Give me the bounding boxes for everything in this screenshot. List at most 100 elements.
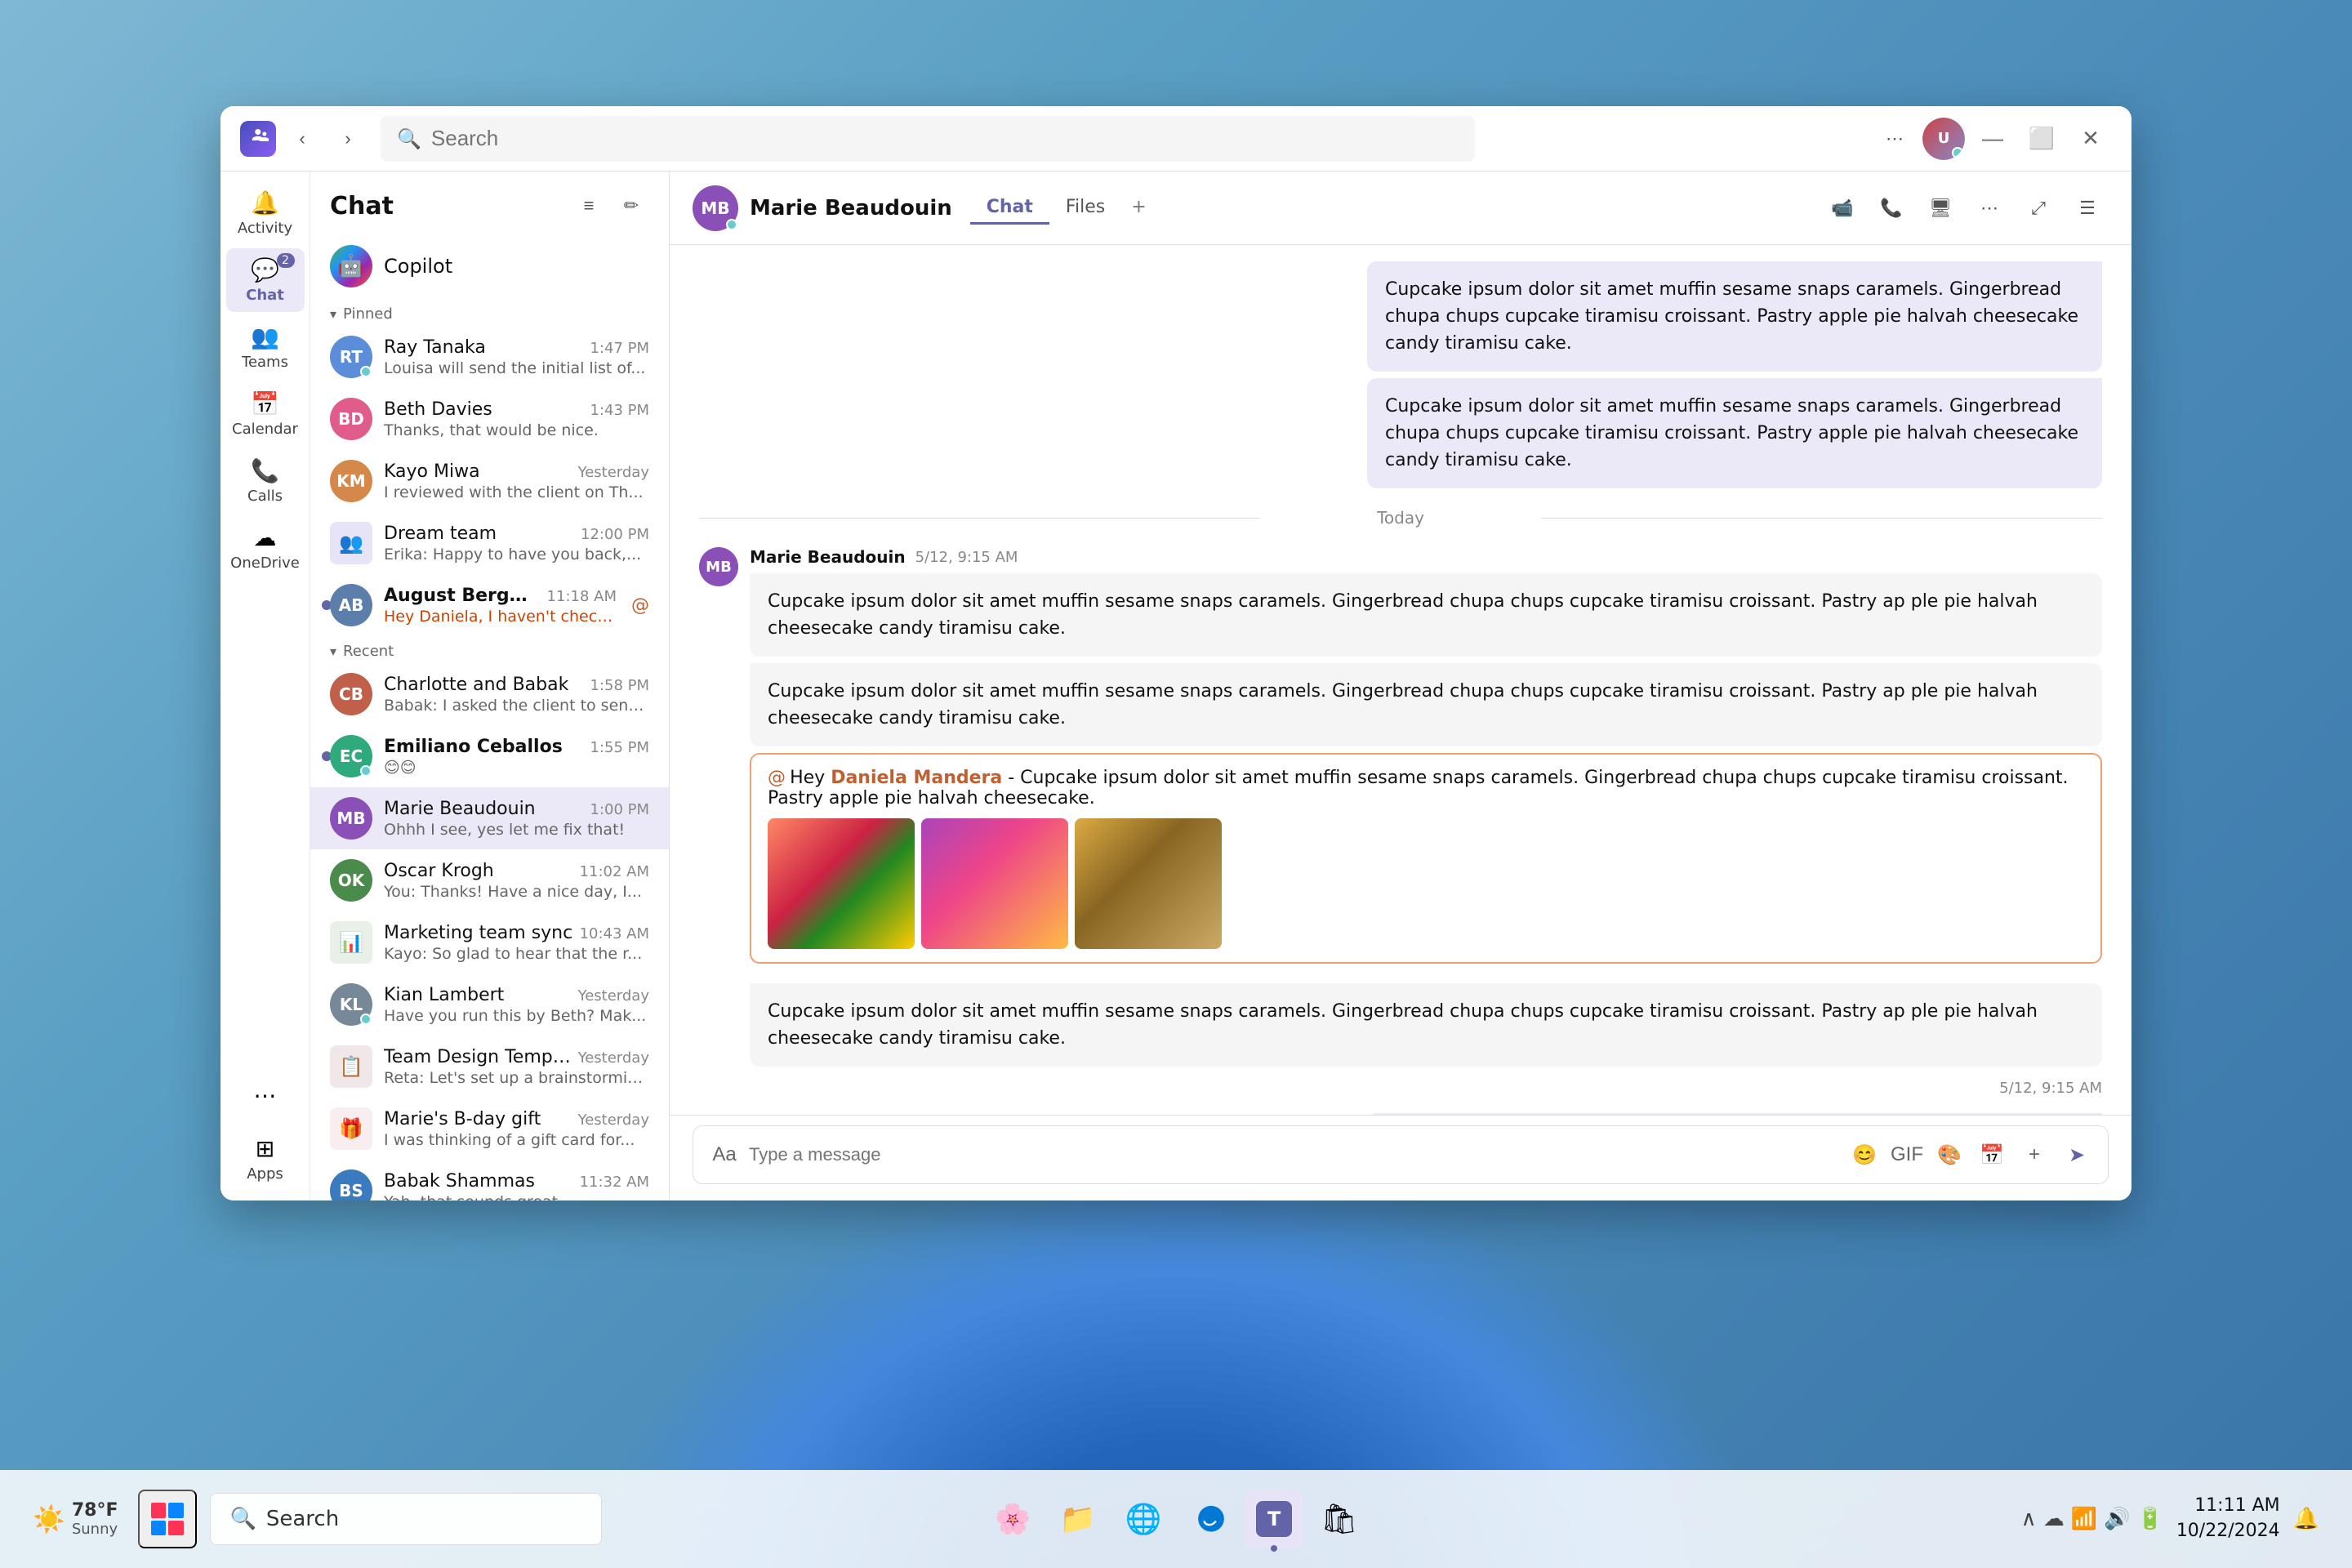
image-roses [768, 818, 915, 949]
taskbar-app-store[interactable]: 🛍 [1310, 1490, 1369, 1548]
sticker-button[interactable]: 🎨 [1931, 1137, 1967, 1173]
windows-logo [151, 1503, 184, 1535]
taskbar-app-folder[interactable]: 📁 [1049, 1490, 1107, 1548]
chat-item-oscar[interactable]: OK Oscar Krogh 11:02 AM You: Thanks! Hav… [310, 849, 669, 911]
filter-button[interactable]: ≡ [571, 188, 607, 224]
screen-share-button[interactable]: 🖥 [1919, 187, 1962, 229]
search-input[interactable] [431, 126, 1459, 151]
systray-volume[interactable]: 🔊 [2104, 1507, 2130, 1531]
message-input-box: Aa 😊 GIF 🎨 📅 + ➤ [693, 1125, 2109, 1184]
chat-item-kian[interactable]: KL Kian Lambert Yesterday Have you run t… [310, 973, 669, 1036]
chat-item-august[interactable]: AB August Bergman 11:18 AM Hey Daniela, … [310, 574, 669, 636]
avatar-emiliano: EC [330, 735, 372, 777]
calls-icon: 📞 [251, 457, 279, 484]
sidebar-item-calls[interactable]: 📞 Calls [226, 449, 305, 513]
more-options-button[interactable]: ⋯ [1873, 118, 1916, 160]
chat-item-kayo[interactable]: KM Kayo Miwa Yesterday I reviewed with t… [310, 450, 669, 512]
sidebar-more-button[interactable]: ⋯ [226, 1074, 305, 1120]
chat-time-ray: 1:47 PM [590, 340, 649, 357]
chat-header-actions: 📹 📞 🖥 ⋯ ⤢ ☰ [1821, 187, 2109, 229]
chat-item-ray[interactable]: RT Ray Tanaka 1:47 PM Louisa will send t… [310, 326, 669, 388]
systray-chevron[interactable]: ∧ [2021, 1507, 2037, 1531]
chat-item-marie[interactable]: MB Marie Beaudouin 1:00 PM Ohhh I see, y… [310, 787, 669, 849]
pinned-chevron: ▾ [330, 306, 336, 322]
sidebar-item-teams[interactable]: 👥 Teams [226, 315, 305, 379]
chat-time-dream: 12:00 PM [581, 526, 649, 543]
chat-info-beth: Beth Davies 1:43 PM Thanks, that would b… [384, 399, 649, 439]
user-avatar[interactable]: U [1922, 118, 1965, 160]
gif-button[interactable]: GIF [1889, 1137, 1925, 1173]
systray-wifi[interactable]: 📶 [2071, 1507, 2097, 1531]
taskbar-right: ∧ ☁ 📶 🔊 🔋 11:11 AM 10/22/2024 🔔 [2021, 1494, 2319, 1544]
chat-info-team-design: Team Design Template Yesterday Reta: Let… [384, 1047, 649, 1087]
video-call-button[interactable]: 📹 [1821, 187, 1864, 229]
chat-name-marie: Marie Beaudouin [384, 799, 536, 819]
new-chat-button[interactable]: ✏ [613, 188, 649, 224]
notification-bell[interactable]: 🔔 [2293, 1507, 2319, 1531]
taskbar-app-browser[interactable]: 🌐 [1114, 1490, 1173, 1548]
send-button[interactable]: ➤ [2059, 1137, 2095, 1173]
sidebar-item-chat[interactable]: 2 💬 Chat [226, 248, 305, 312]
more-chat-options[interactable]: ⋯ [1968, 187, 2011, 229]
chat-preview-emiliano: 😊😊 [384, 759, 649, 777]
sidebar-item-activity[interactable]: 🔔 Activity [226, 181, 305, 245]
sidebar-item-apps[interactable]: ⊞ Apps [226, 1127, 305, 1191]
audio-call-button[interactable]: 📞 [1870, 187, 1913, 229]
chat-info-ray: Ray Tanaka 1:47 PM Louisa will send the … [384, 337, 649, 377]
chat-item-babak[interactable]: BS Babak Shammas 11:32 AM Yah, that soun… [310, 1160, 669, 1200]
chat-item-beth[interactable]: BD Beth Davies 1:43 PM Thanks, that woul… [310, 388, 669, 450]
chat-time-team-design: Yesterday [578, 1049, 649, 1067]
search-icon: 🔍 [397, 127, 421, 150]
avatar-marketing: 📊 [330, 921, 372, 964]
chat-item-marketing[interactable]: 📊 Marketing team sync 10:43 AM Kayo: So … [310, 911, 669, 973]
chat-preview-dream: Erika: Happy to have you back,... [384, 546, 649, 564]
taskbar-search-icon: 🔍 [230, 1507, 256, 1531]
popout-button[interactable]: ⤢ [2017, 187, 2060, 229]
chat-item-emiliano[interactable]: EC Emiliano Ceballos 1:55 PM 😊😊 [310, 725, 669, 787]
emoji-button[interactable]: 😊 [1846, 1137, 1882, 1173]
search-bar[interactable]: 🔍 [381, 116, 1475, 162]
close-button[interactable]: ✕ [2069, 118, 2112, 160]
avatar-babak: BS [330, 1169, 372, 1200]
back-button[interactable]: ‹ [283, 119, 322, 158]
taskbar-app-media[interactable]: 🌸 [983, 1490, 1042, 1548]
chat-item-maries-bday[interactable]: 🎁 Marie's B-day gift Yesterday I was thi… [310, 1098, 669, 1160]
chat-item-charlotte[interactable]: CB Charlotte and Babak 1:58 PM Babak: I … [310, 663, 669, 725]
chat-info-kian: Kian Lambert Yesterday Have you run this… [384, 985, 649, 1025]
taskbar-search[interactable]: 🔍 Search [210, 1493, 602, 1545]
minimize-button[interactable]: — [1971, 118, 2014, 160]
sidebar-item-onedrive[interactable]: ☁ OneDrive [226, 516, 305, 580]
systray-battery[interactable]: 🔋 [2136, 1507, 2163, 1531]
taskbar-app-teams[interactable]: T [1245, 1490, 1303, 1548]
chat-list-title: Chat [330, 192, 564, 220]
start-button[interactable] [138, 1490, 197, 1548]
chat-preview-marketing: Kayo: So glad to hear that the r... [384, 945, 649, 963]
teams-body: 🔔 Activity 2 💬 Chat 👥 Teams 📅 Calendar 📞… [220, 172, 2132, 1200]
outgoing-messages-top: Cupcake ipsum dolor sit amet muffin sesa… [1367, 261, 2102, 488]
sidebar-label-chat: Chat [246, 287, 284, 304]
forward-button[interactable]: › [328, 119, 368, 158]
chat-item-team-design[interactable]: 📋 Team Design Template Yesterday Reta: L… [310, 1036, 669, 1098]
avatar-charlotte: CB [330, 673, 372, 715]
chat-info-kayo: Kayo Miwa Yesterday I reviewed with the … [384, 461, 649, 501]
format-button[interactable]: Aa [706, 1137, 742, 1173]
attach-button[interactable]: + [2016, 1137, 2052, 1173]
meet-button[interactable]: 📅 [1974, 1137, 2010, 1173]
tab-chat[interactable]: Chat [970, 192, 1049, 225]
sidebar-toggle-button[interactable]: ☰ [2066, 187, 2109, 229]
taskbar-time[interactable]: 11:11 AM 10/22/2024 [2176, 1494, 2280, 1544]
chat-list-header: Chat ≡ ✏ [310, 172, 669, 234]
add-tab-button[interactable]: + [1121, 192, 1156, 225]
chat-name-charlotte: Charlotte and Babak [384, 675, 568, 695]
maximize-button[interactable]: ⬜ [2020, 118, 2063, 160]
chat-item-dream[interactable]: 👥 Dream team 12:00 PM Erika: Happy to ha… [310, 512, 669, 574]
status-dot-ray [360, 366, 372, 377]
sidebar-item-calendar[interactable]: 📅 Calendar [226, 382, 305, 446]
chat-preview-august: Hey Daniela, I haven't checked... [384, 608, 617, 626]
taskbar-app-edge[interactable] [1179, 1490, 1238, 1548]
message-input[interactable] [749, 1144, 1840, 1165]
chat-header: MB Marie Beaudouin Chat Files + 📹 📞 🖥 ⋯ … [670, 172, 2132, 245]
copilot-item[interactable]: 🤖 Copilot [310, 234, 669, 299]
systray-onedrive[interactable]: ☁ [2043, 1507, 2065, 1531]
tab-files[interactable]: Files [1049, 192, 1121, 225]
